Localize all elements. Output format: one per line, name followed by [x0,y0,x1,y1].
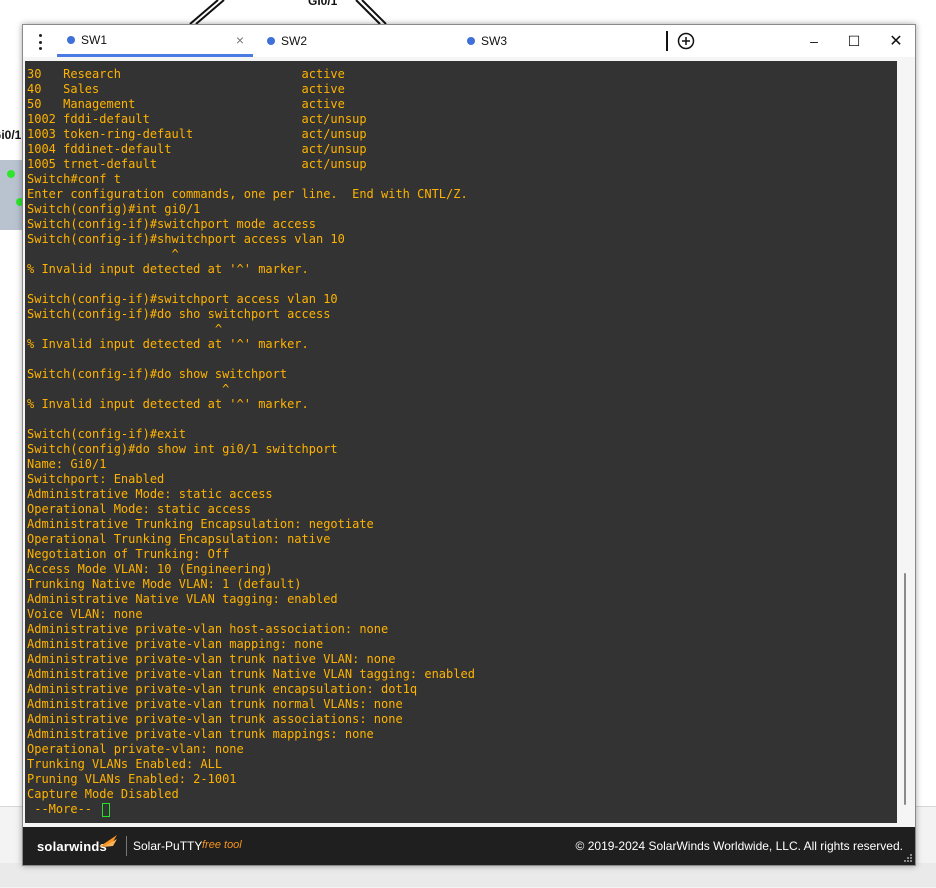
terminal-scrollbar[interactable] [899,61,913,823]
terminal-line: Switch(config-if)#switchport access vlan… [27,292,338,306]
footer-bar: solarwinds Solar-PuTTY free tool © 2019-… [23,827,915,865]
free-tool-label: free tool [202,839,242,851]
tab-sw3[interactable]: SW3 [459,25,649,57]
terminal-cursor-icon [102,802,111,817]
terminal-line: 1005 trnet-default act/unsup [27,157,367,171]
tab-divider [666,31,668,51]
add-tab-icon[interactable] [677,32,695,50]
terminal-line: Administrative private-vlan trunk mappin… [27,727,374,741]
tab-label: SW1 [81,32,108,47]
terminal-line: Operational private-vlan: none [27,742,244,756]
terminal-line: Administrative private-vlan trunk native… [27,652,396,666]
maximize-icon: ☐ [847,32,861,49]
terminal-line: Trunking Native Mode VLAN: 1 (default) [27,577,302,591]
terminal-line: Switch(config)#do show int gi0/1 switchp… [27,442,338,456]
terminal-line: Trunking VLANs Enabled: ALL [27,757,223,771]
terminal-line: ^ [27,322,223,336]
tab-close-icon[interactable]: × [233,33,247,47]
terminal-line: Administrative Trunking Encapsulation: n… [27,517,374,531]
terminal-lines: 30 Research active 40 Sales active 50 Mana… [27,67,475,817]
tab-label: SW3 [481,34,508,48]
interface-label-top: Gi0/1 [308,0,338,8]
footer-separator [126,836,127,856]
background-panel-lower [0,863,936,887]
terminal-line: 1004 fddinet-default act/unsup [27,142,367,156]
terminal-line: Voice VLAN: none [27,607,143,621]
terminal-line: Switch(config-if)#do show switchport [27,367,288,381]
terminal-line: Operational Mode: static access [27,502,251,516]
terminal-line: 1003 token-ring-default act/unsup [27,127,367,141]
resize-grip-icon[interactable] [903,853,913,863]
title-bar: SW1 × SW2 SW3 – ☐ ✕ [23,25,915,57]
session-status-dot-icon [67,35,75,44]
terminal-line: % Invalid input detected at '^' marker. [27,262,309,276]
terminal-line: Access Mode VLAN: 10 (Engineering) [27,562,273,576]
terminal-line: % Invalid input detected at '^' marker. [27,337,309,351]
terminal-line: Switch(config-if)#shwitchport access vla… [27,232,345,246]
terminal-line: Switch(config-if)#do sho switchport acce… [27,307,331,321]
terminal-line: Switch(config)#int gi0/1 [27,202,201,216]
terminal-line: 30 Research active [27,67,345,81]
terminal-line: ^ [27,382,230,396]
terminal-line: Administrative Mode: static access [27,487,273,501]
terminal-line: Capture Mode Disabled [27,787,179,801]
kebab-menu-icon [38,34,42,50]
tab-sw1[interactable]: SW1 × [57,25,253,57]
terminal-line: Negotiation of Trunking: Off [27,547,230,561]
terminal-line: Enter configuration commands, one per li… [27,187,468,201]
terminal-line: Administrative private-vlan host-associa… [27,622,389,636]
terminal-output[interactable]: 30 Research active 40 Sales active 50 Mana… [25,61,897,823]
terminal-line: Switchport: Enabled [27,472,165,486]
minimize-button[interactable]: – [801,29,827,53]
scrollbar-thumb[interactable] [904,573,906,805]
terminal-line: ^ [27,247,179,261]
terminal-line: Administrative private-vlan trunk normal… [27,697,403,711]
terminal-line: 1002 fddi-default act/unsup [27,112,367,126]
terminal-line: Name: Gi0/1 [27,457,107,471]
session-status-dot-icon [467,37,475,45]
terminal-line: Switch#conf t [27,172,121,186]
terminal-line: Administrative private-vlan trunk Native… [27,667,475,681]
terminal-line: % Invalid input detected at '^' marker. [27,397,309,411]
close-button[interactable]: ✕ [883,29,909,53]
terminal-line: Switch(config-if)#switchport mode access [27,217,316,231]
terminal-more-prompt: --More-- [27,802,475,817]
terminal-line: Administrative private-vlan mapping: non… [27,637,324,651]
terminal-line: Administrative private-vlan trunk associ… [27,712,403,726]
terminal-line: Pruning VLANs Enabled: 2-1001 [27,772,237,786]
terminal-line: Administrative private-vlan trunk encaps… [27,682,418,696]
copyright-text: © 2019-2024 SolarWinds Worldwide, LLC. A… [575,839,903,853]
minimize-icon: – [810,33,818,49]
maximize-button[interactable]: ☐ [841,29,867,53]
more-prompt-text: --More-- [27,802,100,816]
terminal-line: Administrative Native VLAN tagging: enab… [27,592,338,606]
terminal-line: 50 Management active [27,97,345,111]
tab-sw2[interactable]: SW2 [259,25,449,57]
menu-button[interactable] [27,29,53,55]
tab-label: SW2 [281,34,308,48]
close-icon: ✕ [889,33,903,50]
terminal-line: Switch(config-if)#exit [27,427,186,441]
solarwinds-flame-icon [99,835,117,847]
interface-label-left: Gi0/1 [0,128,22,142]
solar-putty-window: SW1 × SW2 SW3 – ☐ ✕ 30 Research active 4… [22,24,916,866]
product-name: Solar-PuTTY [133,839,203,853]
terminal-line: Operational Trunking Encapsulation: nati… [27,532,331,546]
terminal-line: 40 Sales active [27,82,345,96]
session-status-dot-icon [267,37,275,45]
